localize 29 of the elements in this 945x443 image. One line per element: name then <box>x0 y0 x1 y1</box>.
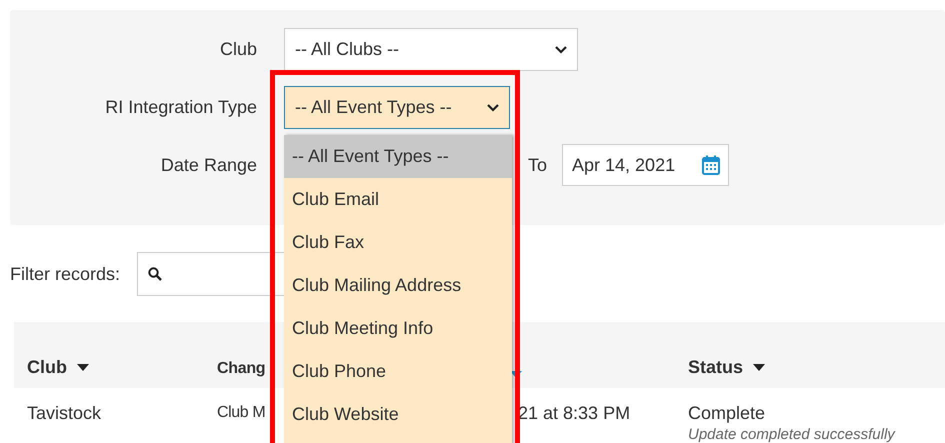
field-label: RI Integration Type <box>104 97 257 118</box>
table-cell-text: Tavistock <box>27 402 102 425</box>
filter-label: Filter records: <box>10 264 120 284</box>
dropdown-option[interactable]: Club Phone <box>284 350 512 393</box>
dropdown-option[interactable]: -- All Event Types -- <box>284 135 512 178</box>
search-icon <box>148 267 162 281</box>
dropdown-option[interactable]: Club Fax <box>284 221 512 264</box>
dropdown-option[interactable]: Club Meeting Info <box>284 307 512 350</box>
select-field[interactable]: -- All Clubs -- <box>284 28 578 71</box>
column-header[interactable]: Status <box>688 357 744 378</box>
dropdown-option[interactable]: Club Mailing Address <box>284 264 512 307</box>
table-cell-text: Club M <box>217 403 266 423</box>
status-note: Update completed successfully <box>688 426 895 443</box>
column-header[interactable]: Chang <box>217 360 266 378</box>
calendar-icon[interactable] <box>702 155 720 175</box>
field-label: To <box>528 154 548 176</box>
field-label: Date Range <box>160 154 257 176</box>
dropdown-option[interactable]: Club Website <box>284 393 512 436</box>
chevron-icon <box>555 46 567 54</box>
table-cell-text: Complete <box>688 402 766 425</box>
sort-icon[interactable] <box>753 364 766 371</box>
chevron-icon <box>487 104 499 112</box>
field-label: Club <box>218 39 257 60</box>
select-field[interactable]: -- All Event Types -- <box>284 86 510 129</box>
dropdown-option[interactable]: Club Email <box>284 178 512 221</box>
sort-icon[interactable] <box>77 364 89 371</box>
table-cell-text: 21 at 8:33 PM <box>518 402 630 425</box>
column-header[interactable]: Club <box>27 357 67 378</box>
date-field[interactable]: Apr 14, 2021 <box>562 144 730 186</box>
